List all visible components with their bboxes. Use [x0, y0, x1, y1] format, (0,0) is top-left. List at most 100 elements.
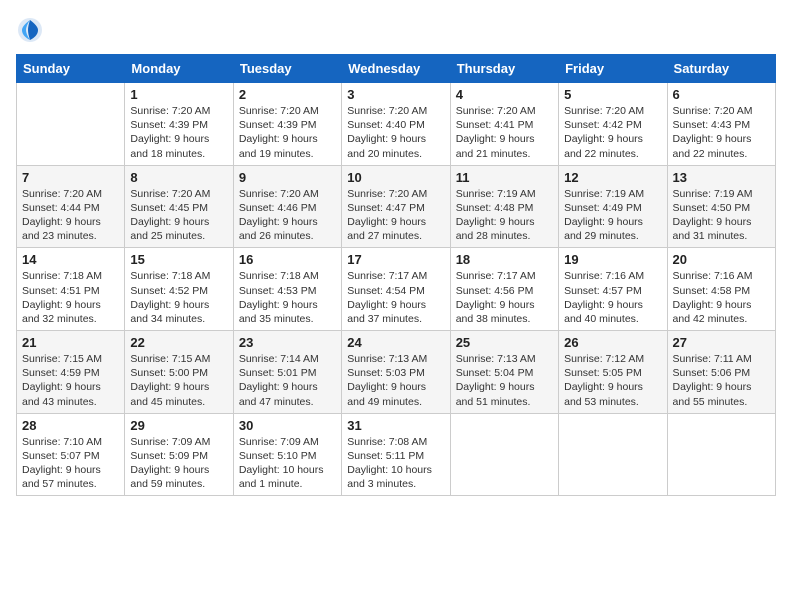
- day-number: 15: [130, 252, 227, 267]
- calendar-cell: 10 Sunrise: 7:20 AM Sunset: 4:47 PM Dayli…: [342, 165, 450, 248]
- calendar-cell: 25 Sunrise: 7:13 AM Sunset: 5:04 PM Dayli…: [450, 331, 558, 414]
- cell-content: Sunrise: 7:09 AM Sunset: 5:10 PM Dayligh…: [239, 435, 336, 492]
- cell-content: Sunrise: 7:20 AM Sunset: 4:43 PM Dayligh…: [673, 104, 770, 161]
- calendar-cell: 3 Sunrise: 7:20 AM Sunset: 4:40 PM Daylig…: [342, 83, 450, 166]
- day-number: 10: [347, 170, 444, 185]
- cell-content: Sunrise: 7:15 AM Sunset: 5:00 PM Dayligh…: [130, 352, 227, 409]
- cell-content: Sunrise: 7:13 AM Sunset: 5:04 PM Dayligh…: [456, 352, 553, 409]
- cell-content: Sunrise: 7:18 AM Sunset: 4:53 PM Dayligh…: [239, 269, 336, 326]
- cell-content: Sunrise: 7:15 AM Sunset: 4:59 PM Dayligh…: [22, 352, 119, 409]
- cell-content: Sunrise: 7:11 AM Sunset: 5:06 PM Dayligh…: [673, 352, 770, 409]
- cell-content: Sunrise: 7:10 AM Sunset: 5:07 PM Dayligh…: [22, 435, 119, 492]
- calendar-header-friday: Friday: [559, 55, 667, 83]
- day-number: 11: [456, 170, 553, 185]
- calendar-header-wednesday: Wednesday: [342, 55, 450, 83]
- day-number: 25: [456, 335, 553, 350]
- day-number: 17: [347, 252, 444, 267]
- calendar-cell: 26 Sunrise: 7:12 AM Sunset: 5:05 PM Dayli…: [559, 331, 667, 414]
- calendar-header-row: SundayMondayTuesdayWednesdayThursdayFrid…: [17, 55, 776, 83]
- day-number: 28: [22, 418, 119, 433]
- calendar-week-row: 7 Sunrise: 7:20 AM Sunset: 4:44 PM Daylig…: [17, 165, 776, 248]
- day-number: 4: [456, 87, 553, 102]
- day-number: 26: [564, 335, 661, 350]
- calendar-table: SundayMondayTuesdayWednesdayThursdayFrid…: [16, 54, 776, 496]
- calendar-week-row: 21 Sunrise: 7:15 AM Sunset: 4:59 PM Dayli…: [17, 331, 776, 414]
- calendar-week-row: 14 Sunrise: 7:18 AM Sunset: 4:51 PM Dayli…: [17, 248, 776, 331]
- calendar-cell: 30 Sunrise: 7:09 AM Sunset: 5:10 PM Dayli…: [233, 413, 341, 496]
- day-number: 30: [239, 418, 336, 433]
- cell-content: Sunrise: 7:13 AM Sunset: 5:03 PM Dayligh…: [347, 352, 444, 409]
- day-number: 1: [130, 87, 227, 102]
- calendar-cell: 5Sunrise: 7:20 AM Sunset: 4:42 PM Daylig…: [559, 83, 667, 166]
- calendar-header-thursday: Thursday: [450, 55, 558, 83]
- cell-content: Sunrise: 7:08 AM Sunset: 5:11 PM Dayligh…: [347, 435, 444, 492]
- calendar-cell: 19 Sunrise: 7:16 AM Sunset: 4:57 PM Dayli…: [559, 248, 667, 331]
- page-container: SundayMondayTuesdayWednesdayThursdayFrid…: [0, 0, 792, 612]
- cell-content: Sunrise: 7:20 AM Sunset: 4:41 PM Dayligh…: [456, 104, 553, 161]
- calendar-cell: 4 Sunrise: 7:20 AM Sunset: 4:41 PM Daylig…: [450, 83, 558, 166]
- page-header: [16, 16, 776, 44]
- cell-content: Sunrise: 7:16 AM Sunset: 4:57 PM Dayligh…: [564, 269, 661, 326]
- calendar-cell: 1 Sunrise: 7:20 AM Sunset: 4:39 PM Daylig…: [125, 83, 233, 166]
- day-number: 19: [564, 252, 661, 267]
- cell-content: Sunrise: 7:09 AM Sunset: 5:09 PM Dayligh…: [130, 435, 227, 492]
- calendar-cell: [559, 413, 667, 496]
- calendar-cell: 13 Sunrise: 7:19 AM Sunset: 4:50 PM Dayli…: [667, 165, 775, 248]
- day-number: 31: [347, 418, 444, 433]
- calendar-cell: [450, 413, 558, 496]
- calendar-week-row: 28 Sunrise: 7:10 AM Sunset: 5:07 PM Dayli…: [17, 413, 776, 496]
- calendar-cell: 24 Sunrise: 7:13 AM Sunset: 5:03 PM Dayli…: [342, 331, 450, 414]
- cell-content: Sunrise: 7:20 AM Sunset: 4:39 PM Dayligh…: [130, 104, 227, 161]
- cell-content: Sunrise: 7:18 AM Sunset: 4:52 PM Dayligh…: [130, 269, 227, 326]
- calendar-week-row: 1 Sunrise: 7:20 AM Sunset: 4:39 PM Daylig…: [17, 83, 776, 166]
- cell-content: Sunrise: 7:19 AM Sunset: 4:50 PM Dayligh…: [673, 187, 770, 244]
- calendar-cell: 17 Sunrise: 7:17 AM Sunset: 4:54 PM Dayli…: [342, 248, 450, 331]
- calendar-cell: 22Sunrise: 7:15 AM Sunset: 5:00 PM Dayli…: [125, 331, 233, 414]
- logo-icon: [16, 16, 44, 44]
- day-number: 3: [347, 87, 444, 102]
- calendar-header-monday: Monday: [125, 55, 233, 83]
- cell-content: Sunrise: 7:20 AM Sunset: 4:45 PM Dayligh…: [130, 187, 227, 244]
- cell-content: Sunrise: 7:12 AM Sunset: 5:05 PM Dayligh…: [564, 352, 661, 409]
- day-number: 29: [130, 418, 227, 433]
- day-number: 8: [130, 170, 227, 185]
- cell-content: Sunrise: 7:20 AM Sunset: 4:40 PM Dayligh…: [347, 104, 444, 161]
- day-number: 13: [673, 170, 770, 185]
- calendar-cell: 11 Sunrise: 7:19 AM Sunset: 4:48 PM Dayli…: [450, 165, 558, 248]
- day-number: 12: [564, 170, 661, 185]
- calendar-cell: 18 Sunrise: 7:17 AM Sunset: 4:56 PM Dayli…: [450, 248, 558, 331]
- calendar-cell: [667, 413, 775, 496]
- logo: [16, 16, 48, 44]
- calendar-header-sunday: Sunday: [17, 55, 125, 83]
- cell-content: Sunrise: 7:17 AM Sunset: 4:56 PM Dayligh…: [456, 269, 553, 326]
- day-number: 16: [239, 252, 336, 267]
- cell-content: Sunrise: 7:19 AM Sunset: 4:49 PM Dayligh…: [564, 187, 661, 244]
- calendar-cell: 15 Sunrise: 7:18 AM Sunset: 4:52 PM Dayli…: [125, 248, 233, 331]
- calendar-cell: 8 Sunrise: 7:20 AM Sunset: 4:45 PM Daylig…: [125, 165, 233, 248]
- day-number: 5: [564, 87, 661, 102]
- calendar-cell: 20Sunrise: 7:16 AM Sunset: 4:58 PM Dayli…: [667, 248, 775, 331]
- day-number: 24: [347, 335, 444, 350]
- calendar-cell: 23Sunrise: 7:14 AM Sunset: 5:01 PM Dayli…: [233, 331, 341, 414]
- calendar-cell: 7 Sunrise: 7:20 AM Sunset: 4:44 PM Daylig…: [17, 165, 125, 248]
- day-number: 21: [22, 335, 119, 350]
- calendar-cell: 28 Sunrise: 7:10 AM Sunset: 5:07 PM Dayli…: [17, 413, 125, 496]
- day-number: 2: [239, 87, 336, 102]
- day-number: 27: [673, 335, 770, 350]
- cell-content: Sunrise: 7:18 AM Sunset: 4:51 PM Dayligh…: [22, 269, 119, 326]
- cell-content: Sunrise: 7:19 AM Sunset: 4:48 PM Dayligh…: [456, 187, 553, 244]
- calendar-header-saturday: Saturday: [667, 55, 775, 83]
- day-number: 23: [239, 335, 336, 350]
- calendar-cell: 27 Sunrise: 7:11 AM Sunset: 5:06 PM Dayli…: [667, 331, 775, 414]
- day-number: 18: [456, 252, 553, 267]
- day-number: 20: [673, 252, 770, 267]
- calendar-cell: 14 Sunrise: 7:18 AM Sunset: 4:51 PM Dayli…: [17, 248, 125, 331]
- cell-content: Sunrise: 7:20 AM Sunset: 4:47 PM Dayligh…: [347, 187, 444, 244]
- day-number: 14: [22, 252, 119, 267]
- calendar-cell: [17, 83, 125, 166]
- cell-content: Sunrise: 7:20 AM Sunset: 4:44 PM Dayligh…: [22, 187, 119, 244]
- cell-content: Sunrise: 7:17 AM Sunset: 4:54 PM Dayligh…: [347, 269, 444, 326]
- calendar-cell: 2Sunrise: 7:20 AM Sunset: 4:39 PM Daylig…: [233, 83, 341, 166]
- day-number: 7: [22, 170, 119, 185]
- cell-content: Sunrise: 7:20 AM Sunset: 4:46 PM Dayligh…: [239, 187, 336, 244]
